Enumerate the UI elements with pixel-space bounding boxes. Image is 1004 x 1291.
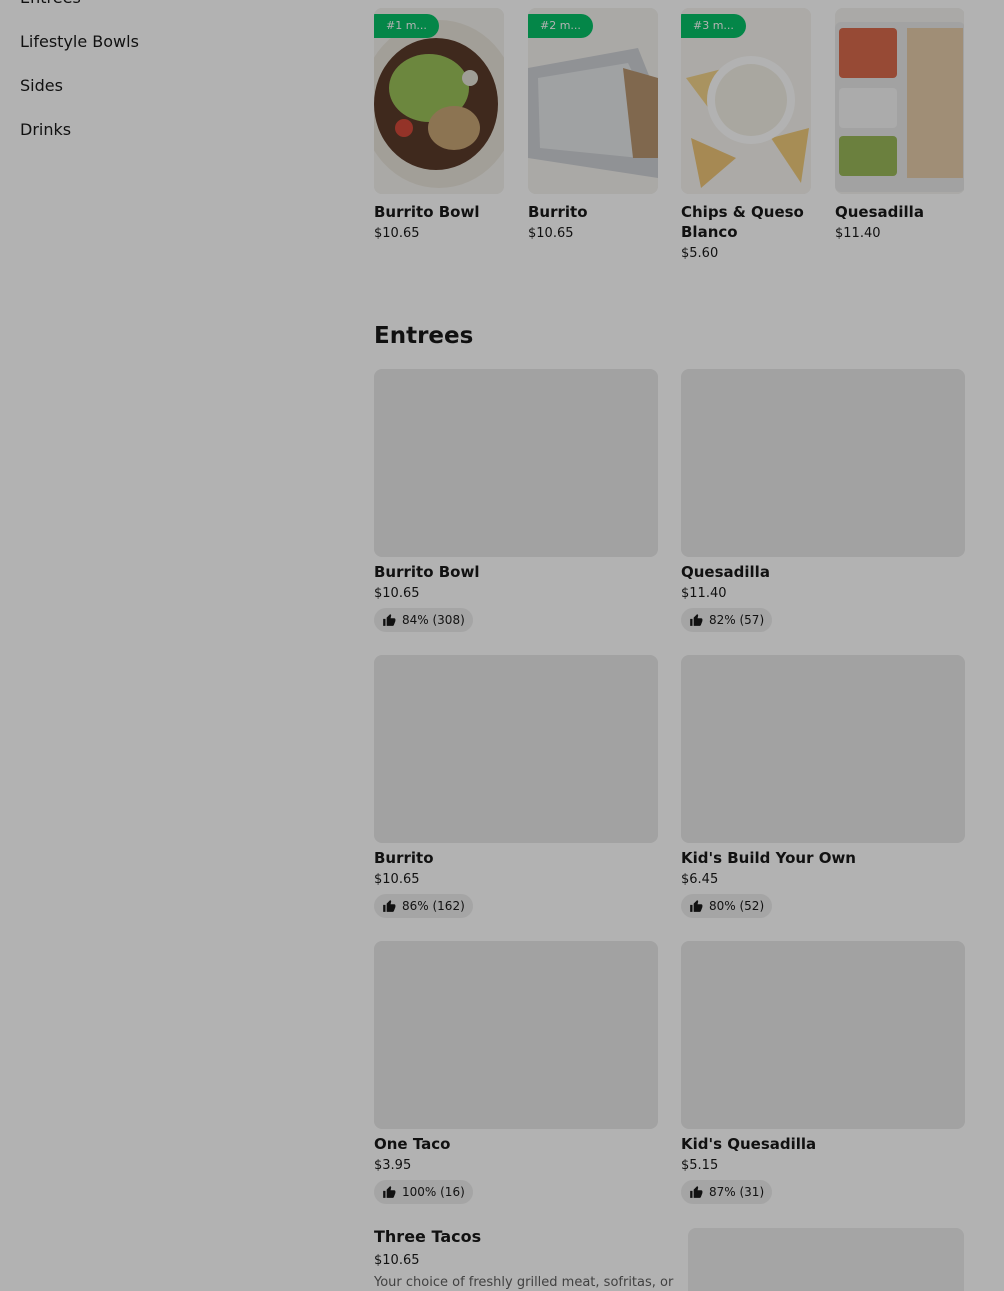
modal-backdrop[interactable] — [0, 0, 1004, 1291]
